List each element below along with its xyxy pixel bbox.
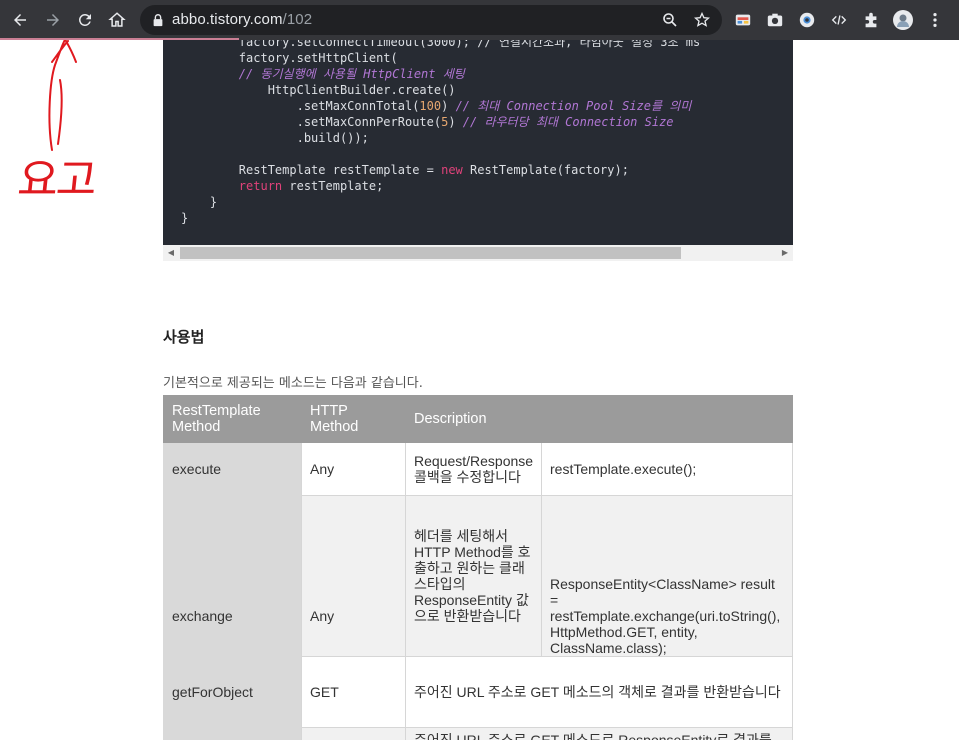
reload-button[interactable] (73, 8, 97, 32)
lock-icon (153, 14, 163, 27)
back-button[interactable] (8, 8, 32, 32)
annotation-text: 요고 (15, 155, 98, 206)
home-button[interactable] (105, 8, 129, 32)
code-line-10: return restTemplate; (238, 179, 384, 193)
section-title: 사용법 (163, 328, 205, 346)
profile-avatar[interactable] (893, 10, 913, 30)
intro-text: 기본적으로 제공되는 메소드는 다음과 같습니다. (163, 376, 423, 391)
forward-button[interactable] (41, 8, 65, 32)
row-execute-method: execute (172, 461, 222, 477)
extension-tab-icon[interactable] (733, 10, 753, 30)
code-line-6: .setMaxConnPerRoute(5) // 라우터당 최대 Connec… (181, 115, 674, 129)
row-exchange-method: exchange (172, 608, 233, 624)
scroll-left-arrow-icon[interactable]: ◀ (166, 248, 176, 258)
code-line-11: } (181, 195, 218, 209)
code-line-3: // 동기실행에 사용될 HttpClient 세팅 (181, 67, 465, 81)
divider (301, 495, 793, 496)
row-exchange-description: 헤더를 세팅해서 HTTP Method를 호 출하고 원하는 클래 스타입의 … (414, 528, 531, 624)
row-execute-example: restTemplate.execute(); (550, 461, 697, 477)
scroll-thumb[interactable] (180, 247, 681, 259)
url-path: /102 (282, 11, 313, 28)
code-horizontal-scrollbar[interactable]: ◀ ▶ (163, 245, 793, 261)
divider (405, 443, 406, 740)
page-content: factory.setConnectTimeout(3000); // 연결시간… (0, 40, 959, 740)
code-line-12: } (181, 211, 189, 225)
camera-icon[interactable] (765, 10, 785, 30)
more-menu-icon[interactable] (925, 10, 945, 30)
back-arrow-icon (14, 14, 26, 26)
home-icon (108, 12, 126, 27)
browser-toolbar: abbo.tistory.com/102 (0, 0, 959, 43)
row-execute-description: Request/Response 콜백을 수정합니다 (414, 453, 534, 485)
divider (301, 727, 793, 728)
address-bar[interactable]: abbo.tistory.com/102 (140, 5, 722, 35)
divider (541, 443, 542, 656)
row-getforobject-description: 주어진 URL 주소로 GET 메소드의 객체로 결과를 반환받습니다 (414, 684, 781, 700)
row-exchange-example: ResponseEntity<ClassName> result = restT… (550, 576, 781, 656)
row-getforentity-description: 주어진 URL 주소로 GET 메소드로 ResponseEntity로 결과를 (414, 732, 772, 740)
url-host: abbo.tistory.com (172, 11, 283, 28)
table-row (301, 443, 793, 495)
code-line-4: HttpClientBuilder.create() (181, 83, 456, 97)
extensions-puzzle-icon[interactable] (861, 10, 881, 30)
header-method: RestTemplate Method (172, 403, 261, 435)
bookmark-star-icon[interactable] (694, 12, 710, 28)
ring-extension-icon[interactable] (797, 10, 817, 30)
row-execute-http: Any (310, 461, 335, 477)
divider (301, 443, 302, 740)
code-line-2: factory.setHttpClient( (181, 51, 398, 65)
row-getforobject-http: GET (310, 684, 339, 700)
header-description: Description (414, 411, 487, 427)
code-line-9: RestTemplate restTemplate = new RestTemp… (181, 163, 629, 177)
code-line-7: .build()); (181, 131, 369, 145)
divider (301, 656, 793, 657)
zoom-icon[interactable] (662, 12, 678, 28)
code-view-icon[interactable] (829, 10, 849, 30)
reload-icon (78, 13, 91, 26)
scroll-right-arrow-icon[interactable]: ▶ (780, 248, 790, 258)
row-exchange-http: Any (310, 608, 335, 624)
code-block: factory.setConnectTimeout(3000); // 연결시간… (163, 40, 793, 245)
header-http: HTTP Method (310, 403, 359, 435)
code-line-1: factory.setConnectTimeout(3000); // 연결시간… (181, 40, 701, 49)
code-line-5: .setMaxConnTotal(100) // 최대 Connection P… (181, 99, 692, 113)
forward-arrow-icon (47, 14, 59, 26)
divider (792, 443, 793, 740)
row-getforobject-method: getForObject (172, 684, 253, 700)
url-text: abbo.tistory.com/102 (172, 11, 312, 28)
